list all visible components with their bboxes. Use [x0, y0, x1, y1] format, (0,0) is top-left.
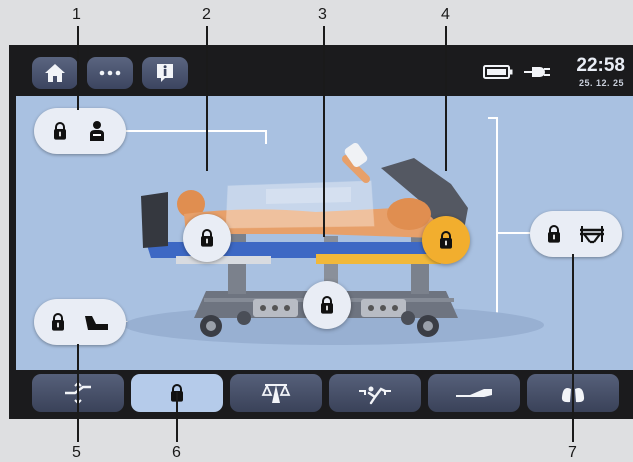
info-button[interactable] [142, 57, 188, 89]
foot-pedal-icon [85, 316, 108, 330]
callout-6: 6 [172, 444, 181, 461]
clock-time: 22:58 [576, 55, 625, 76]
bed-frame-icon [580, 226, 604, 244]
legrest-lock-button[interactable] [422, 216, 470, 264]
more-icon [99, 70, 121, 76]
callout-2: 2 [202, 6, 211, 23]
clock-date: 25. 12. 25 [578, 78, 624, 88]
scale-icon [261, 383, 291, 403]
callout-line-3 [323, 26, 325, 237]
more-button[interactable] [87, 57, 133, 89]
callout-7: 7 [568, 444, 577, 461]
callout-line-1 [77, 26, 79, 110]
callout-1: 1 [72, 6, 81, 23]
lock-icon [199, 228, 215, 248]
callout-line-2 [206, 26, 208, 171]
battery-icon [483, 65, 513, 79]
lock-icon [546, 224, 562, 244]
backrest-lock-button[interactable] [183, 214, 231, 262]
tab-exercise[interactable] [329, 374, 421, 412]
home-icon [45, 64, 65, 82]
bottom-tab-bar [16, 370, 633, 419]
tab-mattress[interactable] [428, 374, 520, 412]
power-plug-icon [524, 67, 550, 77]
callout-5: 5 [72, 444, 81, 461]
bed-frame-lock-button[interactable] [530, 211, 622, 257]
tab-scale[interactable] [230, 374, 322, 412]
callout-line-4 [445, 26, 447, 171]
pedal-lock-button[interactable] [34, 299, 126, 345]
lock-icon [319, 295, 335, 315]
lock-icon [50, 312, 66, 332]
lifting-lock-button[interactable] [303, 281, 351, 329]
mattress-icon [456, 389, 492, 397]
lock-icon [52, 121, 68, 141]
callout-line-5 [77, 344, 79, 442]
callout-3: 3 [318, 6, 327, 23]
exercise-icon [359, 386, 391, 405]
callout-4: 4 [441, 6, 450, 23]
device-display: 22:58 25. 12. 25 [9, 45, 633, 419]
home-button[interactable] [32, 57, 78, 89]
patient-lock-button[interactable] [34, 108, 126, 154]
lock-icon [438, 230, 454, 250]
patient-icon [90, 121, 104, 141]
callout-line-7 [572, 254, 574, 442]
callout-line-6 [176, 392, 178, 442]
info-icon [157, 64, 173, 82]
lock-overview-screen [16, 96, 633, 370]
